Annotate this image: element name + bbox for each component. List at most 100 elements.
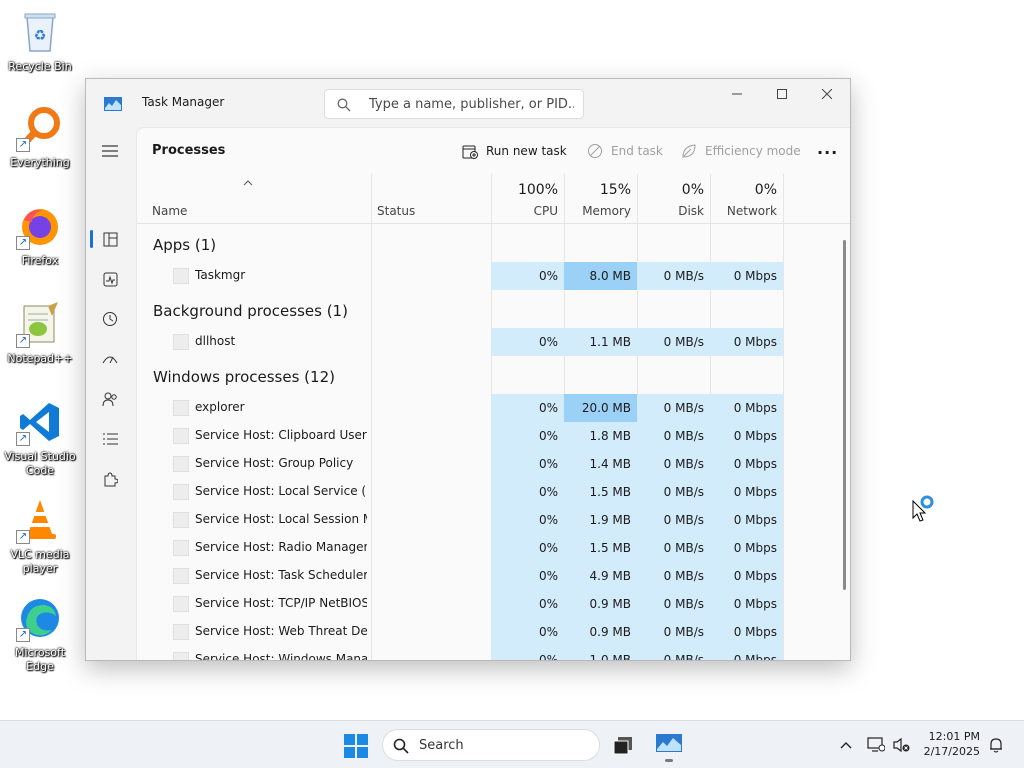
disk-cell: 0 MB/s	[637, 422, 710, 450]
table-row[interactable]: Service Host: Task Scheduler 0% 4.9 MB 0…	[137, 562, 843, 590]
processes-panel: Processes Run new task End task Efficien…	[136, 127, 850, 660]
table-row[interactable]: Service Host: Clipboard User S... 0% 1.8…	[137, 422, 843, 450]
memory-cell: 1.4 MB	[564, 450, 637, 478]
process-icon	[173, 624, 189, 640]
process-name: Service Host: TCP/IP NetBIOS ...	[195, 596, 367, 610]
table-row[interactable]: Taskmgr 0% 8.0 MB 0 MB/s 0 Mbps	[137, 262, 843, 290]
notifications-button[interactable]	[986, 735, 1006, 755]
maximize-icon	[777, 89, 787, 99]
column-header-name[interactable]: Name	[137, 174, 371, 224]
shortcut-arrow-icon: ↗	[16, 334, 30, 348]
nav-users[interactable]	[98, 387, 122, 411]
search-box[interactable]	[324, 89, 584, 119]
nav-startup-apps[interactable]	[98, 347, 122, 371]
group-header-background[interactable]: Background processes (1)	[137, 290, 843, 328]
notepadpp-icon: ↗	[16, 300, 64, 348]
desktop-icon-firefox[interactable]: ↗ Firefox	[2, 202, 78, 268]
vertical-scrollbar[interactable]	[843, 240, 846, 590]
nav-processes[interactable]	[98, 227, 122, 251]
volume-button[interactable]	[892, 735, 912, 755]
network-column-label: Network	[726, 204, 777, 218]
clock-time: 12:01 PM	[928, 730, 980, 743]
network-cell: 0 Mbps	[710, 534, 783, 562]
active-indicator	[90, 230, 93, 248]
table-row[interactable]: Service Host: Local Session M... 0% 1.9 …	[137, 506, 843, 534]
disk-total-percent: 0%	[681, 182, 704, 198]
group-title: Windows processes (12)	[153, 368, 335, 386]
title-bar: Task Manager	[86, 79, 850, 127]
nav-performance[interactable]	[98, 267, 122, 291]
desktop-icon-everything[interactable]: ↗ Everything	[2, 104, 78, 170]
table-row[interactable]: Service Host: Windows Manag... 0% 1.0 MB…	[137, 646, 843, 660]
desktop-icon-edge[interactable]: ↗ Microsoft Edge	[2, 594, 78, 674]
efficiency-mode-button[interactable]: Efficiency mode	[681, 143, 801, 159]
disk-cell: 0 MB/s	[637, 262, 710, 290]
network-status-button[interactable]	[866, 735, 886, 755]
taskbar-task-manager-button[interactable]	[656, 734, 682, 762]
group-header-windows[interactable]: Windows processes (12)	[137, 356, 843, 394]
end-task-button[interactable]: End task	[587, 143, 663, 159]
search-input[interactable]	[369, 95, 574, 113]
hamburger-menu-button[interactable]	[98, 139, 122, 163]
desktop-icon-notepadpp[interactable]: ↗ Notepad++	[2, 300, 78, 366]
minimize-button[interactable]	[714, 79, 760, 109]
memory-cell: 1.5 MB	[564, 534, 637, 562]
disk-cell: 0 MB/s	[637, 328, 710, 356]
column-header-status[interactable]: Status	[371, 174, 491, 224]
memory-cell: 1.1 MB	[564, 328, 637, 356]
desktop-icon-label: VLC media player	[10, 548, 70, 575]
table-row[interactable]: Service Host: Local Service (N... 0% 1.5…	[137, 478, 843, 506]
everything-search-icon: ↗	[16, 104, 64, 152]
close-button[interactable]	[804, 79, 850, 109]
network-cell: 0 Mbps	[710, 478, 783, 506]
process-name: Service Host: Task Scheduler	[195, 568, 367, 582]
process-icon	[173, 428, 189, 444]
desktop-icon-vlc[interactable]: ↗ VLC media player	[2, 496, 78, 576]
column-header-cpu[interactable]: 100% CPU	[491, 174, 564, 224]
memory-cell: 1.9 MB	[564, 506, 637, 534]
startup-speedometer-icon	[102, 356, 118, 364]
search-icon	[337, 97, 351, 112]
maximize-button[interactable]	[759, 79, 805, 109]
process-icon	[173, 400, 189, 416]
end-task-icon	[588, 144, 602, 158]
more-options-button[interactable]: ...	[817, 139, 838, 158]
taskbar-search-box[interactable]: Search	[382, 729, 600, 761]
nav-app-history[interactable]	[98, 307, 122, 331]
memory-cell: 0.9 MB	[564, 590, 637, 618]
disk-cell: 0 MB/s	[637, 562, 710, 590]
shortcut-arrow-icon: ↗	[16, 138, 30, 152]
desktop-icon-recycle-bin[interactable]: ♻ Recycle Bin	[2, 8, 78, 74]
disk-cell: 0 MB/s	[637, 506, 710, 534]
column-header-network[interactable]: 0% Network	[710, 174, 783, 224]
table-row[interactable]: dllhost 0% 1.1 MB 0 MB/s 0 Mbps	[137, 328, 843, 356]
column-header-disk[interactable]: 0% Disk	[637, 174, 710, 224]
nav-details[interactable]	[98, 427, 122, 451]
taskbar-task-view-button[interactable]	[612, 735, 634, 755]
group-header-apps[interactable]: Apps (1)	[137, 224, 843, 262]
run-new-task-button[interactable]: Run new task	[462, 143, 567, 159]
process-icon	[173, 540, 189, 556]
shortcut-arrow-icon: ↗	[16, 628, 30, 642]
edge-icon: ↗	[16, 594, 64, 642]
network-cell: 0 Mbps	[710, 506, 783, 534]
table-row[interactable]: explorer 0% 20.0 MB 0 MB/s 0 Mbps	[137, 394, 843, 422]
run-new-task-label: Run new task	[486, 144, 567, 158]
clock[interactable]: 12:01 PM 2/17/2025	[924, 729, 980, 759]
nav-services[interactable]	[98, 467, 122, 491]
process-name: Service Host: Clipboard User S...	[195, 428, 367, 442]
network-cell: 0 Mbps	[710, 328, 783, 356]
start-button[interactable]	[344, 734, 368, 758]
column-header-memory[interactable]: 15% Memory	[564, 174, 637, 224]
table-row[interactable]: Service Host: TCP/IP NetBIOS ... 0% 0.9 …	[137, 590, 843, 618]
disk-cell: 0 MB/s	[637, 450, 710, 478]
search-icon	[393, 738, 409, 758]
running-indicator	[665, 759, 673, 762]
shortcut-arrow-icon: ↗	[16, 432, 30, 446]
desktop-icon-vscode[interactable]: ↗ Visual Studio Code	[2, 398, 78, 478]
show-hidden-icons-button[interactable]	[836, 735, 856, 755]
table-row[interactable]: Service Host: Radio Managem... 0% 1.5 MB…	[137, 534, 843, 562]
table-row[interactable]: Service Host: Web Threat Defe... 0% 0.9 …	[137, 618, 843, 646]
memory-total-percent: 15%	[599, 182, 631, 198]
table-row[interactable]: Service Host: Group Policy 0% 1.4 MB 0 M…	[137, 450, 843, 478]
